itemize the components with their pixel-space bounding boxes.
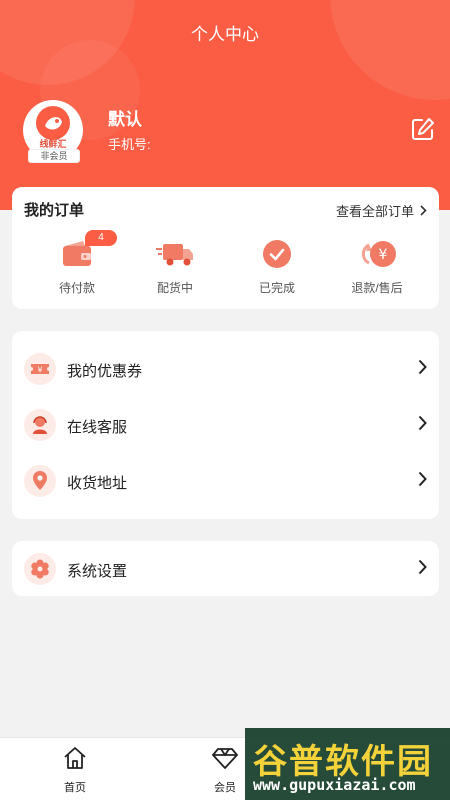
order-refund[interactable]: ¥ 退款/售后 xyxy=(332,237,422,296)
svg-text:¥: ¥ xyxy=(379,247,388,263)
menu-item-label: 收货地址 xyxy=(67,475,128,492)
watermark-overlay: 谷普软件园 www.gupuxiazai.com xyxy=(245,728,450,800)
fish-logo-icon xyxy=(36,106,70,140)
chevron-right-icon xyxy=(418,415,427,436)
order-status-label: 已完成 xyxy=(258,281,295,295)
page-title: 个人中心 xyxy=(191,25,259,44)
watermark-url: www.gupuxiazai.com xyxy=(253,776,416,794)
member-status-badge: 非会员 xyxy=(28,149,80,163)
menu-item-label: 系统设置 xyxy=(67,563,128,580)
menu-item-label: 我的优惠券 xyxy=(67,363,143,380)
tab-home[interactable]: 首页 xyxy=(45,746,105,795)
tab-label: 首页 xyxy=(64,782,86,794)
menu-item-address[interactable]: 收货地址 xyxy=(12,453,439,509)
gear-icon xyxy=(24,553,56,585)
delivery-truck-icon xyxy=(130,237,220,271)
location-pin-icon xyxy=(24,465,56,497)
settings-card: 系统设置 xyxy=(12,541,439,596)
order-completed[interactable]: 已完成 xyxy=(232,237,322,296)
view-all-orders-link[interactable]: 查看全部订单 xyxy=(336,201,427,220)
orders-title: 我的订单 xyxy=(24,202,85,219)
order-pending-payment[interactable]: 4 待付款 xyxy=(32,230,122,296)
chevron-right-icon xyxy=(418,559,427,580)
chevron-right-icon xyxy=(420,204,427,219)
coupon-icon: ¥ xyxy=(24,353,56,385)
home-icon xyxy=(45,746,105,775)
order-status-label: 退款/售后 xyxy=(351,281,403,295)
view-all-orders-label: 查看全部订单 xyxy=(335,204,414,219)
menu-item-customer-service[interactable]: 在线客服 xyxy=(12,397,439,453)
order-status-label: 配货中 xyxy=(156,281,193,295)
chevron-right-icon xyxy=(418,359,427,380)
menu-item-system-settings[interactable]: 系统设置 xyxy=(12,541,439,597)
menu-item-label: 在线客服 xyxy=(67,419,128,436)
orders-card: 我的订单 查看全部订单 4 待付款 配货中 已完成 ¥ 退款/售后 xyxy=(12,187,439,309)
order-status-label: 待付款 xyxy=(58,281,95,295)
refund-yen-icon: ¥ xyxy=(332,237,422,271)
phone-label: 手机号: xyxy=(108,137,151,152)
edit-icon[interactable] xyxy=(410,116,436,142)
decor-circle xyxy=(330,0,450,100)
customer-service-icon xyxy=(24,409,56,441)
order-preparing[interactable]: 配货中 xyxy=(130,237,220,296)
svg-text:¥: ¥ xyxy=(37,366,42,375)
service-menu-card: ¥ 我的优惠券 在线客服 收货地址 xyxy=(12,331,439,519)
chevron-right-icon xyxy=(418,471,427,492)
check-circle-icon xyxy=(232,237,322,271)
menu-item-coupons[interactable]: ¥ 我的优惠券 xyxy=(12,341,439,397)
pending-count-badge: 4 xyxy=(85,230,117,246)
user-name: 默认 xyxy=(108,110,142,129)
